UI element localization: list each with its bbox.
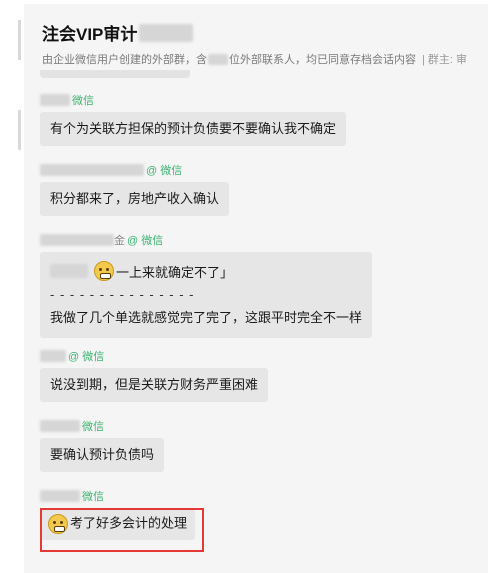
highlight-annotation-box [40, 508, 204, 552]
quote-divider: - - - - - - - - - - - - - - - [50, 287, 195, 302]
previous-message-edge [40, 70, 190, 78]
sender-name [40, 420, 80, 432]
wechat-tag: 微信 [82, 421, 104, 433]
sender-name [40, 490, 80, 502]
message-item: @ 微信 说没到期，但是关联方财务严重困难 [40, 348, 269, 402]
message-bubble[interactable]: 说没到期，但是关联方财务严重困难 [40, 368, 269, 402]
message-sender[interactable]: 金 @ 微信 [40, 232, 372, 248]
wechat-tag: @ 微信 [68, 351, 105, 363]
group-description: 由企业微信用户创建的外部群，含 位外部联系人，均已同意存档会话内容 | 群主: … [42, 51, 471, 67]
rail-mark [18, 110, 21, 150]
message-sender[interactable]: 微信 [40, 488, 195, 504]
reply-text: 我做了几个单选就感觉完了完了，这跟平时完全不一样 [50, 310, 363, 325]
quoted-sender [50, 264, 88, 278]
quote-reply-bubble[interactable]: 一上来就确定不了」 - - - - - - - - - - - - - - - … [40, 252, 372, 338]
sender-name-suffix: 金 [114, 235, 125, 247]
message-item: @ 微信 积分都来了，房地产收入确认 [40, 162, 230, 216]
chat-header: 注会VIP审计 由企业微信用户创建的外部群，含 位外部联系人，均已同意存档会话内… [24, 4, 488, 70]
wechat-tag: 微信 [82, 491, 104, 503]
message-bubble[interactable]: 要确认预计负债吗 [40, 438, 165, 472]
description-tail: 位外部联系人，均已同意存档会话内容 [229, 54, 416, 66]
sender-avatar-name [40, 94, 70, 106]
sender-name [40, 234, 114, 246]
left-rail [0, 0, 21, 573]
wechat-tag: @ 微信 [127, 235, 164, 247]
message-bubble[interactable]: 积分都来了，房地产收入确认 [40, 182, 230, 216]
message-sender[interactable]: 微信 [40, 92, 346, 108]
sender-name [40, 164, 144, 176]
description-text: 由企业微信用户创建的外部群，含 [42, 54, 207, 66]
message-sender[interactable]: 微信 [40, 418, 164, 434]
group-title-text: 注会VIP审计 [42, 25, 138, 44]
grimace-emoji-icon [94, 261, 114, 281]
quoted-text: 一上来就确定不了」 [116, 264, 234, 280]
sender-name [40, 350, 66, 362]
message-sender[interactable]: @ 微信 [40, 162, 229, 178]
message-item: 微信 有个为关联方担保的预计负债要不要确认我不确定 [40, 92, 347, 146]
redacted-title [139, 23, 194, 42]
rail-mark [18, 20, 21, 60]
message-item: 微信 要确认预计负债吗 [40, 418, 165, 472]
group-owner-label: | 群主: 审 [422, 54, 468, 66]
message-item: 金 @ 微信 一上来就确定不了」 - - - - - - - - - - - -… [40, 232, 372, 338]
wechat-tag: 微信 [72, 95, 94, 107]
wechat-tag: @ 微信 [146, 165, 183, 177]
group-title[interactable]: 注会VIP审计 [42, 20, 194, 45]
quoted-message[interactable]: 一上来就确定不了」 [50, 258, 362, 284]
chat-window: 注会VIP审计 由企业微信用户创建的外部群，含 位外部联系人，均已同意存档会话内… [24, 4, 488, 573]
redacted-count [208, 53, 228, 65]
message-bubble[interactable]: 有个为关联方担保的预计负债要不要确认我不确定 [40, 112, 347, 146]
message-sender[interactable]: @ 微信 [40, 348, 268, 364]
